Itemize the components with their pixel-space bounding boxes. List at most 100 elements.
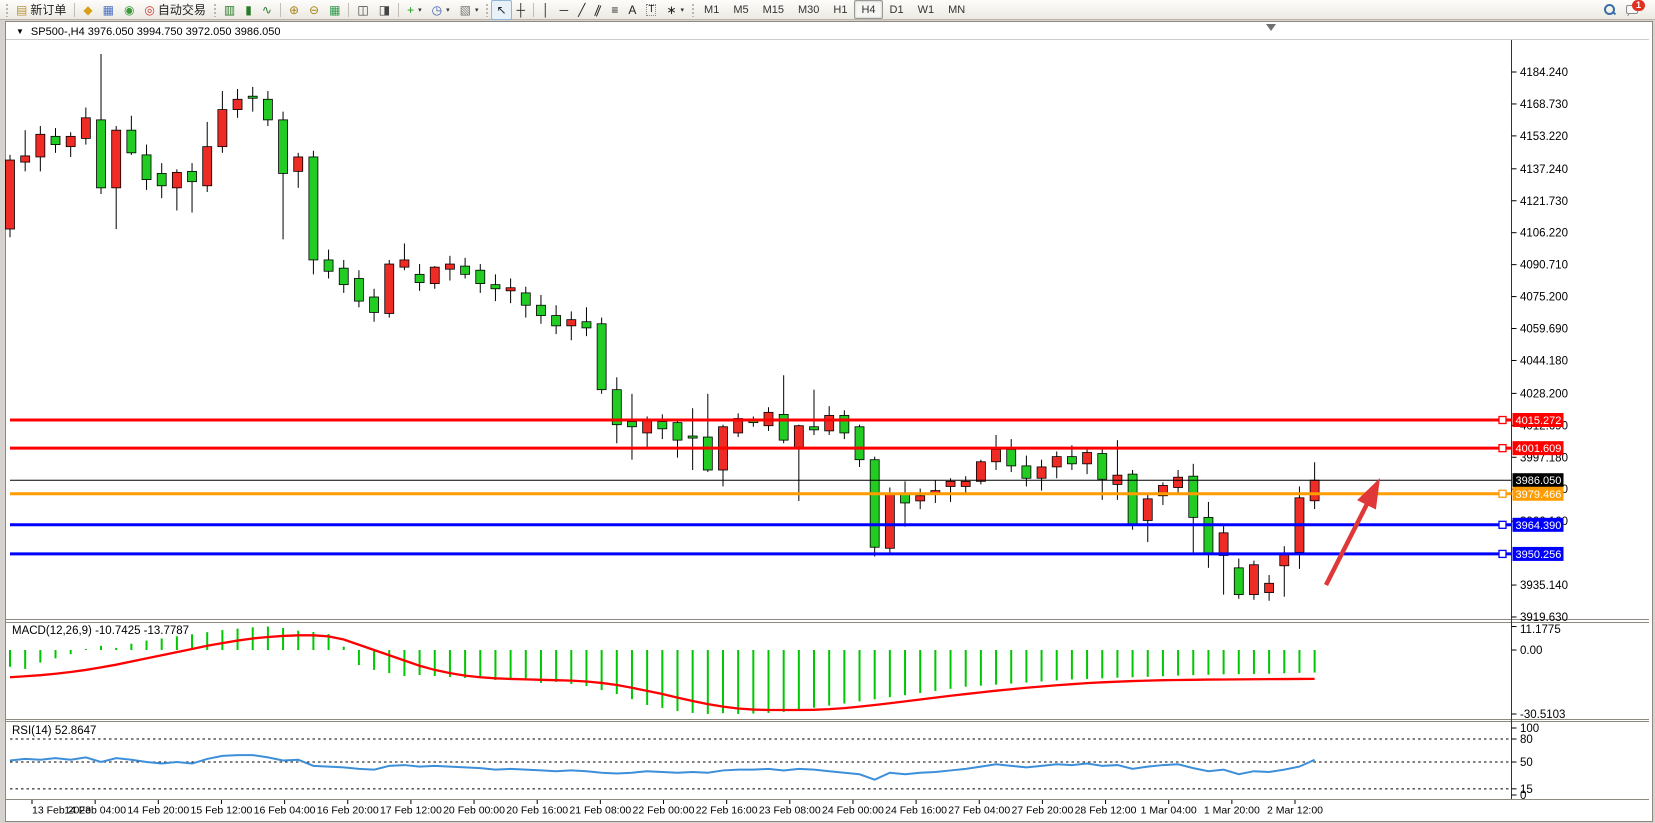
svg-text:23 Feb 08:00: 23 Feb 08:00 — [759, 805, 821, 817]
trendline-icon: ╱ — [578, 4, 585, 16]
zoom-out-button[interactable]: ⊖ — [304, 0, 324, 20]
svg-text:RSI(14) 52.8647: RSI(14) 52.8647 — [12, 725, 96, 737]
new-order-button[interactable]: ▤新订单 — [11, 0, 71, 20]
svg-text:27 Feb 04:00: 27 Feb 04:00 — [948, 805, 1010, 817]
svg-text:4121.730: 4121.730 — [1520, 196, 1568, 208]
cursor-button[interactable]: ↖ — [491, 0, 511, 20]
macd-pane: MACD(12,26,9) -10.7425 -13.778711.17750.… — [10, 624, 1565, 721]
chevron-down-icon: ▾ — [446, 6, 450, 14]
svg-text:2 Mar 12:00: 2 Mar 12:00 — [1267, 805, 1323, 817]
toolbar-handle[interactable] — [691, 3, 695, 17]
arrows-icon: ∗ — [666, 4, 676, 16]
vertical-line-icon: │ — [542, 4, 550, 16]
svg-text:3950.256: 3950.256 — [1516, 549, 1562, 561]
timeframe-m30-button[interactable]: M30 — [791, 0, 826, 19]
zoom-out-icon: ⊖ — [309, 4, 319, 16]
text-label-icon: T — [646, 4, 656, 16]
navigator-button[interactable]: ◉ — [119, 0, 139, 20]
time-axis: 13 Feb 202314 Feb 04:0014 Feb 20:0015 Fe… — [32, 800, 1323, 817]
zoom-in-icon: ⊕ — [289, 4, 299, 16]
horizontal-line-button[interactable]: ─ — [555, 0, 574, 20]
text-button[interactable]: A — [623, 0, 641, 20]
svg-text:22 Feb 16:00: 22 Feb 16:00 — [696, 805, 758, 817]
zoom-in-button[interactable]: ⊕ — [284, 0, 304, 20]
horizontal-line-icon: ─ — [560, 4, 569, 16]
bar-chart-button[interactable]: ▥ — [219, 0, 240, 20]
svg-text:15 Feb 12:00: 15 Feb 12:00 — [191, 805, 253, 817]
chevron-down-icon: ▾ — [418, 6, 422, 14]
chat-button[interactable]: 1 — [1621, 0, 1652, 20]
line-chart-button[interactable]: ∿ — [257, 0, 277, 20]
svg-text:4001.609: 4001.609 — [1516, 443, 1562, 455]
crosshair-icon: ┼ — [517, 4, 526, 16]
toolbar-separator — [74, 3, 75, 17]
candlestick-chart-button[interactable]: ▮ — [240, 0, 257, 20]
svg-text:4106.220: 4106.220 — [1520, 228, 1568, 240]
fibonacci-button[interactable]: ≡ — [606, 0, 623, 20]
price-axis: 4184.2404168.7304153.2204137.2404121.730… — [1512, 67, 1568, 624]
svg-text:3964.390: 3964.390 — [1516, 520, 1562, 532]
svg-text:28 Feb 12:00: 28 Feb 12:00 — [1075, 805, 1137, 817]
chart-canvas[interactable]: 4184.2404168.7304153.2204137.2404121.730… — [0, 0, 1655, 823]
timeframe-h4-button[interactable]: H4 — [854, 0, 882, 19]
tile-windows-button[interactable]: ▦ — [324, 0, 345, 20]
chart-shift-marker — [1266, 24, 1276, 31]
horizontal-lines — [10, 417, 1512, 558]
data-window-button[interactable]: ▦ — [98, 0, 119, 20]
svg-text:4153.220: 4153.220 — [1520, 131, 1568, 143]
main-toolbar: ▤新订单◆▦◉◎自动交易▥▮∿⊕⊖▦◫◨+▾◷▾▧▾↖┼│─╱∥≡AT∗▾M1M… — [0, 0, 1655, 20]
channel-button[interactable]: ∥ — [590, 0, 606, 20]
svg-text:3986.050: 3986.050 — [1516, 475, 1562, 487]
search-button[interactable] — [1598, 0, 1621, 20]
svg-text:11.1775: 11.1775 — [1520, 624, 1561, 636]
text-label-button[interactable]: T — [641, 0, 661, 20]
svg-text:20 Feb 16:00: 20 Feb 16:00 — [506, 805, 568, 817]
timeframe-d1-button[interactable]: D1 — [883, 0, 911, 19]
timeframe-h1-button[interactable]: H1 — [826, 0, 854, 19]
price-badges: 4015.2724001.6093986.0503979.4663964.390… — [1513, 413, 1564, 561]
toolbar-handle[interactable] — [485, 3, 489, 17]
svg-text:4015.272: 4015.272 — [1516, 415, 1562, 427]
timeframe-w1-button[interactable]: W1 — [911, 0, 942, 19]
svg-text:22 Feb 00:00: 22 Feb 00:00 — [633, 805, 695, 817]
chart-shift-button[interactable]: ◨ — [374, 0, 395, 20]
channel-icon: ∥ — [593, 3, 603, 16]
svg-text:3935.140: 3935.140 — [1520, 580, 1568, 592]
trendline-button[interactable]: ╱ — [573, 0, 590, 20]
timeframe-m15-button[interactable]: M15 — [756, 0, 791, 19]
svg-text:27 Feb 20:00: 27 Feb 20:00 — [1011, 805, 1073, 817]
chart-shift-icon: ◨ — [379, 4, 390, 16]
chart-title-bar[interactable]: ▼ SP500-,H4 3976.050 3994.750 3972.050 3… — [16, 25, 280, 38]
arrows-button[interactable]: ∗▾ — [661, 0, 689, 20]
svg-text:24 Feb 00:00: 24 Feb 00:00 — [822, 805, 884, 817]
tile-windows-icon: ▦ — [329, 4, 340, 16]
auto-scroll-button[interactable]: ◫ — [352, 0, 373, 20]
autotrade-button-label: 自动交易 — [158, 1, 206, 18]
timeframe-m5-button[interactable]: M5 — [726, 0, 755, 19]
crosshair-button[interactable]: ┼ — [512, 0, 531, 20]
svg-text:80: 80 — [1520, 734, 1533, 746]
template-button[interactable]: ▧▾ — [455, 0, 484, 20]
chevron-down-icon: ▾ — [681, 6, 685, 14]
period-button[interactable]: ◷▾ — [427, 0, 455, 20]
timeframe-mn-button[interactable]: MN — [941, 0, 972, 19]
rsi-pane: RSI(14) 52.86471008050150 — [10, 723, 1539, 802]
toolbar-separator — [533, 3, 534, 17]
toolbar-handle[interactable] — [213, 3, 217, 17]
toolbar-handle[interactable] — [5, 3, 9, 17]
svg-text:21 Feb 08:00: 21 Feb 08:00 — [569, 805, 631, 817]
timeframe-m1-button[interactable]: M1 — [697, 0, 726, 19]
text-icon: A — [628, 4, 636, 16]
search-icon — [1603, 3, 1616, 16]
market-watch-button[interactable]: ◆ — [78, 0, 97, 20]
svg-text:16 Feb 04:00: 16 Feb 04:00 — [254, 805, 316, 817]
add-indicator-button[interactable]: +▾ — [402, 0, 427, 20]
chevron-down-icon[interactable]: ▼ — [16, 27, 24, 36]
svg-text:MACD(12,26,9) -10.7425 -13.778: MACD(12,26,9) -10.7425 -13.7787 — [12, 625, 189, 637]
autotrade-button[interactable]: ◎自动交易 — [139, 0, 211, 20]
svg-text:24 Feb 16:00: 24 Feb 16:00 — [885, 805, 947, 817]
vertical-line-button[interactable]: │ — [537, 0, 555, 20]
candlesticks — [6, 54, 1320, 601]
toolbar-separator — [398, 3, 399, 17]
svg-text:1 Mar 20:00: 1 Mar 20:00 — [1204, 805, 1260, 817]
